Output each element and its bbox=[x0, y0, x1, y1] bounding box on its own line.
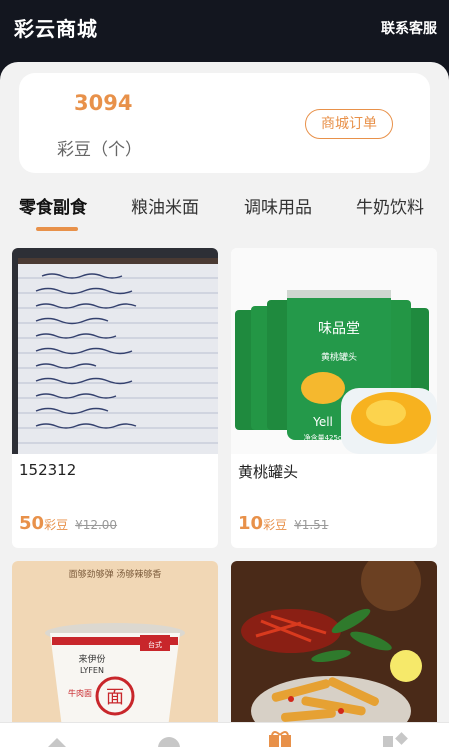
balance-card: 3094 彩豆（个） 商城订单 bbox=[19, 73, 430, 173]
price-unit: 彩豆 bbox=[44, 518, 69, 532]
contact-service-link[interactable]: 联系客服 bbox=[381, 18, 437, 38]
tab-grain-oil[interactable]: 粮油米面 bbox=[131, 193, 199, 218]
product-card[interactable]: 面够劲够弹 汤够辣够香 台式 来伊份 LYFEN 面 牛肉面 bbox=[12, 561, 218, 747]
tab-milk-drinks[interactable]: 牛奶饮料 bbox=[356, 193, 424, 218]
bottom-nav bbox=[0, 722, 449, 747]
notebook-photo-icon bbox=[12, 248, 218, 454]
price-row: 50彩豆 ¥12.00 bbox=[19, 513, 117, 534]
app-title: 彩云商城 bbox=[14, 17, 98, 41]
noodle-badge: 面 bbox=[106, 687, 124, 708]
main-panel: 3094 彩豆（个） 商城订单 零食副食 粮油米面 调味用品 牛奶饮料 1523… bbox=[0, 62, 449, 747]
product-card[interactable]: 152312 50彩豆 ¥12.00 bbox=[12, 248, 218, 548]
noodle-brand-en: LYFEN bbox=[80, 666, 104, 675]
price-unit: 彩豆 bbox=[263, 518, 288, 532]
noodle-brand: 来伊份 bbox=[78, 653, 105, 665]
noodle-corner-text: 台式 bbox=[148, 640, 162, 649]
tab-snacks[interactable]: 零食副食 bbox=[19, 193, 87, 218]
original-price: ¥1.51 bbox=[294, 518, 329, 532]
active-tab-indicator bbox=[36, 227, 78, 231]
canned-peach-photo-icon: 味品堂 黄桃罐头 Yell 净含量425g bbox=[231, 248, 437, 454]
instant-noodle-photo-icon: 面够劲够弹 汤够辣够香 台式 来伊份 LYFEN 面 牛肉面 bbox=[12, 561, 218, 747]
product-name: 152312 bbox=[19, 461, 77, 479]
balance-label: 彩豆（个） bbox=[57, 140, 142, 160]
category-icon[interactable] bbox=[382, 732, 408, 747]
home-icon[interactable] bbox=[46, 733, 68, 747]
balance-value: 3094 bbox=[74, 91, 133, 115]
gift-icon[interactable] bbox=[268, 731, 292, 747]
category-tabs: 零食副食 粮油米面 调味用品 牛奶饮料 bbox=[0, 190, 449, 231]
spicy-snack-photo-icon bbox=[231, 561, 437, 747]
app-header: 彩云商城 联系客服 bbox=[0, 0, 449, 60]
can-logo: Yell bbox=[312, 415, 333, 429]
price-row: 10彩豆 ¥1.51 bbox=[238, 513, 328, 534]
price-value: 10 bbox=[238, 513, 264, 534]
noodle-banner-text: 面够劲够弹 汤够辣够香 bbox=[69, 568, 162, 580]
can-brand: 味品堂 bbox=[318, 321, 360, 337]
product-card[interactable]: 味品堂 黄桃罐头 Yell 净含量425g 黄桃罐头 10彩豆 ¥1.51 bbox=[231, 248, 437, 548]
can-product: 黄桃罐头 bbox=[321, 351, 357, 363]
circle-icon[interactable] bbox=[156, 733, 182, 747]
noodle-flavor: 牛肉面 bbox=[68, 688, 92, 698]
price-value: 50 bbox=[19, 513, 45, 534]
original-price: ¥12.00 bbox=[75, 518, 118, 532]
tab-seasoning[interactable]: 调味用品 bbox=[244, 193, 312, 218]
product-name: 黄桃罐头 bbox=[238, 463, 299, 481]
can-weight: 净含量425g bbox=[304, 433, 343, 442]
mall-orders-button[interactable]: 商城订单 bbox=[305, 109, 393, 139]
product-card[interactable] bbox=[231, 561, 437, 747]
